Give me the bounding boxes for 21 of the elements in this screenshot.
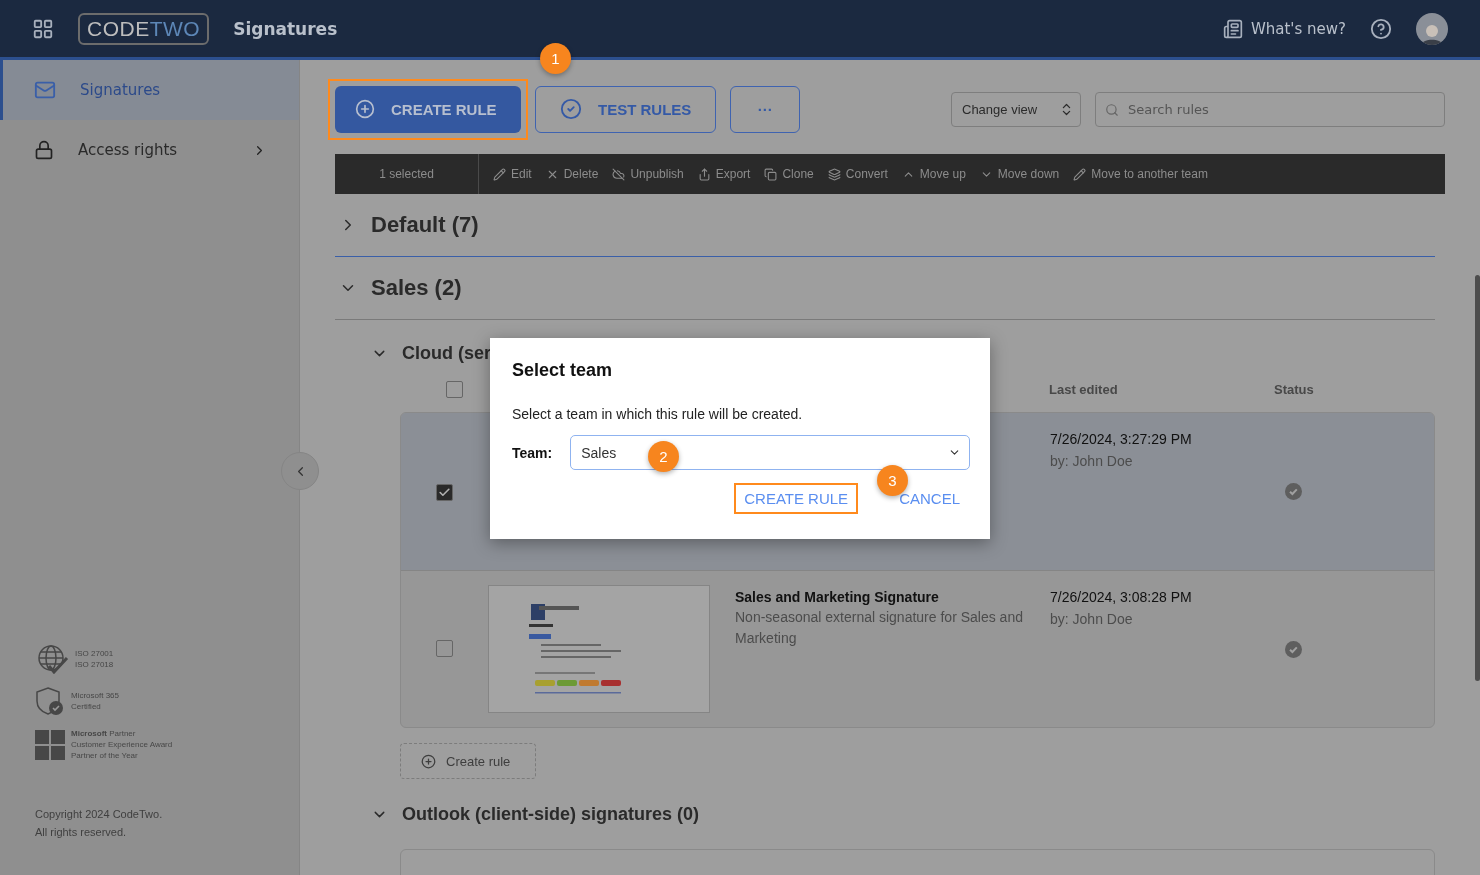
copyright-text: Copyright 2024 CodeTwo. All rights reserved. (35, 807, 164, 840)
section-title: Cloud (ser (402, 342, 491, 364)
dialog-title: Select team (512, 360, 614, 381)
logo: CODETWO (78, 12, 210, 45)
team-title: Sales (2) (371, 275, 462, 301)
rule-name: Sales and Marketing Signature (735, 589, 940, 605)
column-header: Last edited (1049, 381, 1119, 397)
team-title: Default (7) (371, 212, 479, 238)
edited-by: by: John Doe (1050, 611, 1134, 627)
app-title: Signatures (233, 18, 338, 39)
section-title: Outlook (client-side) signatures (0) (402, 803, 700, 825)
edited-by: by: John Doe (1050, 453, 1134, 469)
team-label: Team: (512, 444, 553, 461)
rule-description: Non-seasonal external signature for Sales and Marketing (735, 608, 1024, 648)
column-header: Status (1274, 381, 1315, 397)
edited-date: 7/26/2024, 3:27:29 PM (1050, 431, 1193, 447)
edited-date: 7/26/2024, 3:08:28 PM (1050, 589, 1193, 605)
dialog-message: Select a team in which this rule will be created. (512, 406, 804, 422)
step-badge: 1 (540, 43, 571, 74)
selected-count: 1 selected (335, 154, 479, 194)
certificate-text: Microsoft 365 Certified (71, 690, 120, 712)
